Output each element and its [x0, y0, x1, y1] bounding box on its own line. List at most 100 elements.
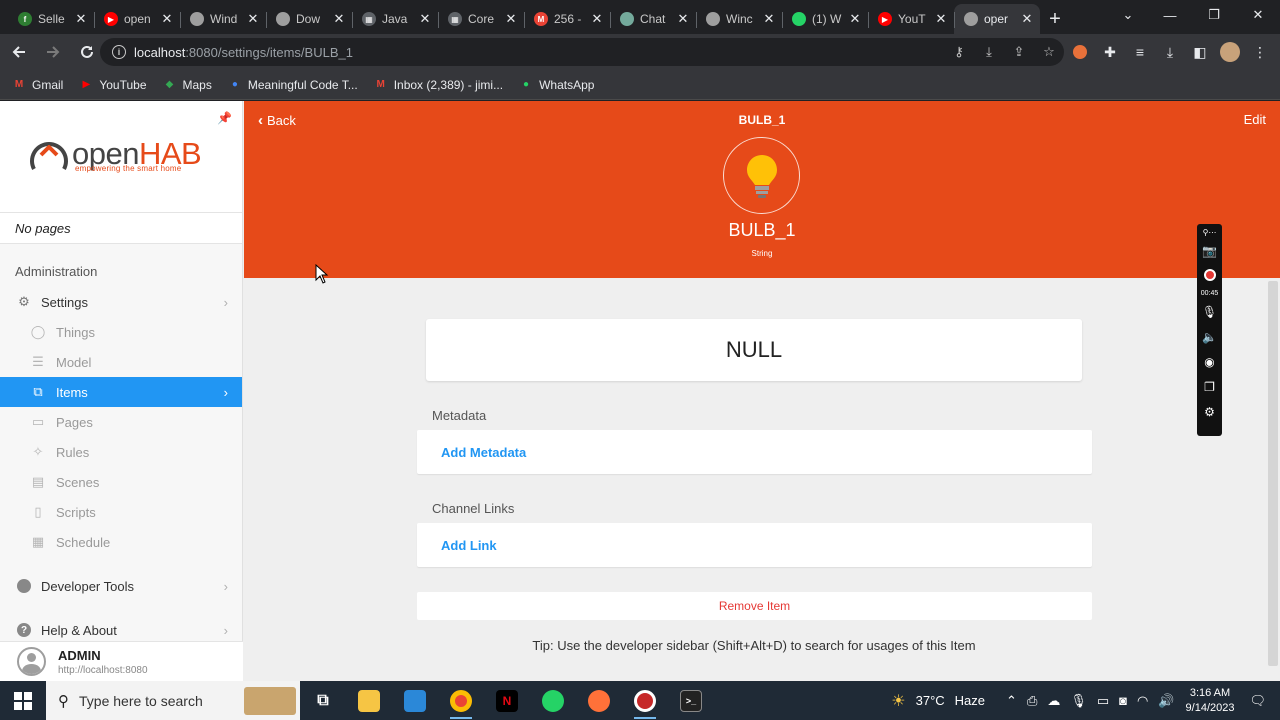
windows-start-icon[interactable] — [0, 681, 46, 720]
firefox-icon[interactable] — [576, 681, 622, 720]
record-stop-icon[interactable] — [1203, 269, 1216, 281]
minimize-button[interactable]: — — [1148, 0, 1192, 30]
wifi-icon[interactable]: ◠ — [1137, 693, 1148, 709]
sidebar-item-things[interactable]: ◯ Things — [0, 317, 242, 347]
sidebar-item-pages[interactable]: ▭ Pages — [0, 407, 242, 437]
downloads-icon[interactable]: ⤓ — [1156, 38, 1184, 66]
browser-tab[interactable]: ▦ Java ✕ — [352, 4, 438, 34]
page-scrollbar[interactable] — [1268, 281, 1278, 666]
onedrive-cloud-icon[interactable]: ☁ — [1047, 693, 1060, 709]
close-window-button[interactable]: ✕ — [1236, 0, 1280, 30]
browser-tab[interactable]: ▦ Core ✕ — [438, 4, 524, 34]
add-metadata-link[interactable]: Add Metadata — [417, 430, 1092, 474]
notifications-icon[interactable]: 🗨 — [1249, 693, 1266, 709]
recorder-menu-icon[interactable]: ⚲⋯ — [1203, 226, 1217, 238]
microsoft-store-icon[interactable] — [392, 681, 438, 720]
weather-desc[interactable]: Haze — [955, 693, 985, 708]
profile-avatar[interactable] — [1216, 38, 1244, 66]
tab-close-icon[interactable]: ✕ — [74, 11, 88, 27]
extensions-puzzle-icon[interactable]: ✚ — [1096, 38, 1124, 66]
browser-menu-icon[interactable]: ⋮ — [1246, 38, 1274, 66]
tab-close-icon[interactable]: ✕ — [1020, 11, 1034, 27]
file-explorer-icon[interactable] — [346, 681, 392, 720]
task-view-icon[interactable]: ⧉ — [300, 681, 346, 720]
key-icon[interactable]: ⚷ — [944, 38, 974, 66]
bookmark-item[interactable]: ● Meaningful Code T... — [228, 78, 358, 92]
tab-close-icon[interactable]: ✕ — [590, 11, 604, 27]
battery-icon[interactable]: ▭ — [1097, 693, 1109, 709]
bookmark-star-icon[interactable]: ☆ — [1034, 38, 1064, 66]
side-panel-icon[interactable]: ◧ — [1186, 38, 1214, 66]
maximize-button[interactable]: ❐ — [1192, 0, 1236, 30]
remove-item-button[interactable]: Remove Item — [417, 592, 1092, 620]
weather-icon[interactable]: ☀ — [891, 691, 905, 711]
clock[interactable]: 3:16 AM 9/14/2023 — [1186, 686, 1235, 716]
chrome-taskbar-icon[interactable] — [438, 681, 484, 720]
camera-icon[interactable]: 📷 — [1202, 238, 1217, 263]
back-nav-icon[interactable] — [4, 37, 34, 67]
tray-chevron-up-icon[interactable]: ⌃ — [1006, 693, 1017, 709]
reload-icon[interactable] — [72, 37, 102, 67]
browser-tab[interactable]: ▶ YouT ✕ — [868, 4, 954, 34]
bookmark-item[interactable]: ▶ YouTube — [79, 78, 146, 92]
browser-tab[interactable]: Chat ✕ — [610, 4, 696, 34]
tab-close-icon[interactable]: ✕ — [160, 11, 174, 27]
tab-search-icon[interactable]: ⌄ — [1106, 0, 1150, 30]
tab-close-icon[interactable]: ✕ — [332, 11, 346, 27]
extension-fox-icon[interactable] — [1066, 38, 1094, 66]
recorder-tray-icon[interactable]: ◙ — [1119, 693, 1127, 708]
whatsapp-taskbar-icon[interactable] — [530, 681, 576, 720]
new-tab-button[interactable]: + — [1040, 4, 1070, 34]
tab-close-icon[interactable]: ✕ — [934, 11, 948, 27]
terminal-icon[interactable]: >_ — [668, 681, 714, 720]
browser-tab[interactable]: (1) W ✕ — [782, 4, 868, 34]
browser-tab[interactable]: Winc ✕ — [696, 4, 782, 34]
meet-now-icon[interactable]: ⎙ — [1027, 693, 1037, 709]
sidebar-item-schedule[interactable]: ▦ Schedule — [0, 527, 242, 557]
site-info-icon[interactable]: i — [112, 45, 126, 59]
tab-close-icon[interactable]: ✕ — [418, 11, 432, 27]
tab-close-icon[interactable]: ✕ — [848, 11, 862, 27]
microphone-icon[interactable]: 🎙 — [1202, 299, 1217, 324]
tab-close-icon[interactable]: ✕ — [504, 11, 518, 27]
microphone-tray-icon[interactable]: 🎙 — [1070, 693, 1087, 709]
screen-select-icon[interactable]: ❐ — [1204, 374, 1215, 399]
item-state-card[interactable]: NULL — [426, 319, 1082, 381]
bookmark-item[interactable]: M Inbox (2,389) - jimi... — [374, 78, 504, 92]
browser-tab[interactable]: ▶ open ✕ — [94, 4, 180, 34]
user-profile[interactable]: ADMIN http://localhost:8080 — [0, 641, 243, 681]
pin-icon[interactable]: 📌 — [217, 111, 232, 125]
add-link-button[interactable]: Add Link — [417, 523, 1092, 567]
browser-tab[interactable]: Wind ✕ — [180, 4, 266, 34]
address-bar[interactable]: i localhost:8080/settings/items/BULB_1 ⚷… — [100, 38, 1064, 66]
tab-close-icon[interactable]: ✕ — [676, 11, 690, 27]
weather-temp[interactable]: 37°C — [916, 693, 945, 708]
sidebar-item-rules[interactable]: ✧ Rules — [0, 437, 242, 467]
screen-recorder-taskbar-icon[interactable] — [622, 681, 668, 720]
browser-tab[interactable]: M 256 - ✕ — [524, 4, 610, 34]
speaker-icon[interactable]: 🔈 — [1202, 324, 1217, 349]
volume-icon[interactable]: 🔊 — [1158, 693, 1174, 709]
bookmark-item[interactable]: ◆ Maps — [163, 78, 212, 92]
bookmark-item[interactable]: M Gmail — [12, 78, 64, 92]
edit-button[interactable]: Edit — [1244, 112, 1266, 127]
sidebar-item-developer-tools[interactable]: Developer Tools › — [0, 571, 242, 601]
sidebar-item-items[interactable]: ⧉ Items › — [0, 377, 242, 407]
webcam-icon[interactable]: ◉ — [1204, 349, 1214, 374]
taskbar-search-input[interactable]: ⚲ Type here to search — [46, 681, 300, 720]
tab-close-icon[interactable]: ✕ — [762, 11, 776, 27]
tab-close-icon[interactable]: ✕ — [246, 11, 260, 27]
forward-nav-icon[interactable] — [38, 37, 68, 67]
browser-tab[interactable]: oper ✕ — [954, 4, 1040, 34]
share-icon[interactable]: ⇪ — [1004, 38, 1034, 66]
bookmark-item[interactable]: ● WhatsApp — [519, 78, 594, 92]
install-app-icon[interactable]: ⤓ — [974, 38, 1004, 66]
netflix-icon[interactable]: N — [484, 681, 530, 720]
sidebar-item-model[interactable]: ☰ Model — [0, 347, 242, 377]
browser-tab[interactable]: f Selle ✕ — [8, 4, 94, 34]
media-queue-icon[interactable]: ≡ — [1126, 38, 1154, 66]
browser-tab[interactable]: Dow ✕ — [266, 4, 352, 34]
recorder-settings-gear-icon[interactable]: ⚙ — [1204, 399, 1215, 424]
sidebar-item-scenes[interactable]: ▤ Scenes — [0, 467, 242, 497]
sidebar-item-scripts[interactable]: ▯ Scripts — [0, 497, 242, 527]
